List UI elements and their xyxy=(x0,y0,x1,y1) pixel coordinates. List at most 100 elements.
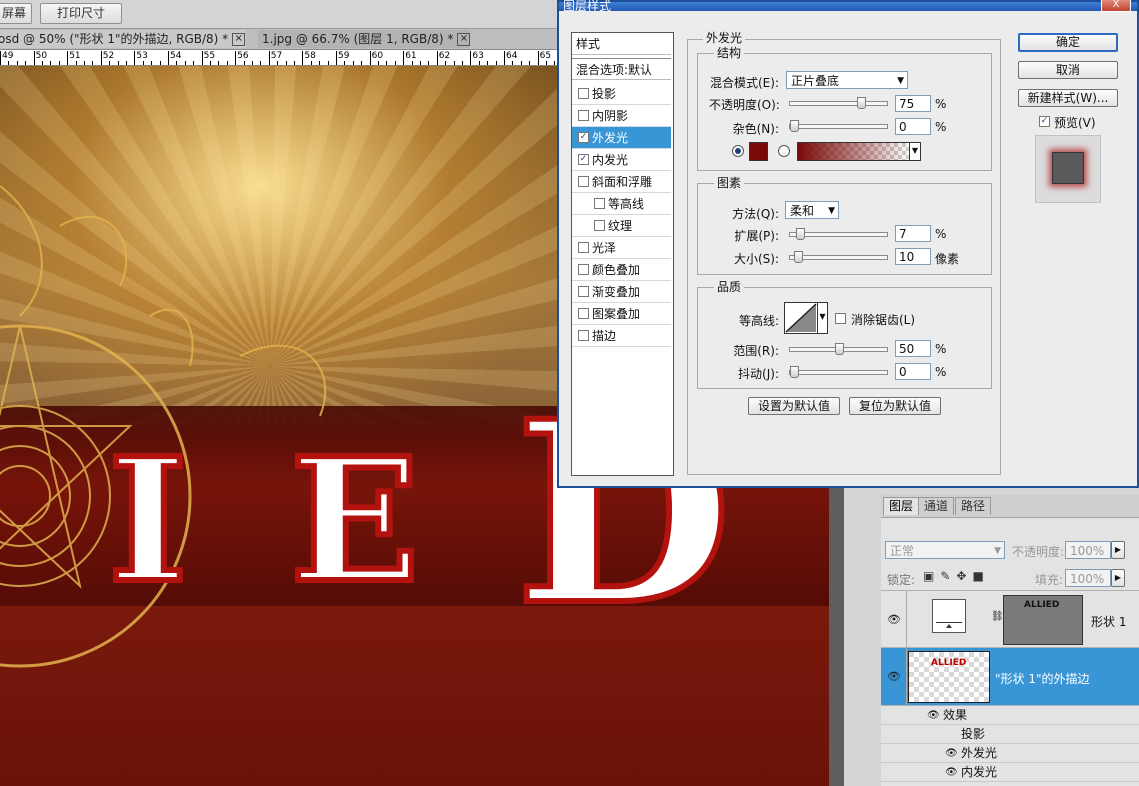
size-input[interactable]: 10 xyxy=(895,248,931,265)
noise-slider[interactable] xyxy=(789,120,888,132)
lock-icons[interactable]: ▣✎✥■ xyxy=(923,569,990,583)
effect-row-drop-shadow[interactable]: 投影 xyxy=(881,725,1139,744)
opacity-input[interactable]: 75 xyxy=(895,95,931,112)
eye-icon[interactable]: 👁 xyxy=(945,744,958,763)
contour-picker[interactable] xyxy=(784,302,818,334)
opacity-arrow-button[interactable]: ▶ xyxy=(1111,541,1125,559)
range-input[interactable]: 50 xyxy=(895,340,931,357)
slider-thumb[interactable] xyxy=(790,366,799,378)
noise-input[interactable]: 0 xyxy=(895,118,931,135)
blend-options-item[interactable]: 混合选项:默认 xyxy=(572,58,671,80)
doc-tab-osd[interactable]: osd @ 50% ("形状 1"的外描边, RGB/8) * × xyxy=(0,30,246,48)
unit-percent: % xyxy=(935,97,947,111)
style-item[interactable]: 图案叠加 xyxy=(572,303,671,325)
link-icon[interactable]: ⛓ xyxy=(991,611,1004,622)
style-checkbox[interactable] xyxy=(578,286,589,297)
effect-row-outer-glow[interactable]: 👁 外发光 xyxy=(881,744,1139,763)
spread-input[interactable]: 7 xyxy=(895,225,931,242)
ruler-tick xyxy=(243,61,245,65)
eye-icon[interactable]: 👁 xyxy=(887,670,901,683)
layer-style-dialog: 图层样式 X 样式 混合选项:默认 投影 内阴影 ✓ 外发光 ✓ 内发光 斜面和浮雕 等高线纹… xyxy=(557,0,1139,488)
ok-button[interactable]: 确定 xyxy=(1018,33,1118,52)
fill-arrow-button[interactable]: ▶ xyxy=(1111,569,1125,587)
style-item[interactable]: 光泽 xyxy=(572,237,671,259)
cancel-button[interactable]: 取消 xyxy=(1018,61,1118,79)
close-button[interactable]: X xyxy=(1101,0,1131,12)
style-checkbox[interactable]: ✓ xyxy=(578,132,589,143)
dialog-title-bar[interactable]: 图层样式 X xyxy=(559,0,1137,13)
tab-channels[interactable]: 通道 xyxy=(918,497,955,515)
eye-icon[interactable]: 👁 xyxy=(945,763,958,782)
style-item[interactable]: 渐变叠加 xyxy=(572,281,671,303)
jitter-slider[interactable] xyxy=(789,366,888,378)
jitter-input[interactable]: 0 xyxy=(895,363,931,380)
spread-slider[interactable] xyxy=(789,228,888,240)
style-item[interactable]: 投影 xyxy=(572,83,671,105)
text-letter-i: I xyxy=(105,418,190,624)
ruler-tick xyxy=(420,61,421,65)
tab-layers[interactable]: 图层 xyxy=(883,497,920,515)
vector-mask-thumbnail[interactable]: ALLIED xyxy=(1003,595,1083,645)
style-item[interactable]: ✓ 内发光 xyxy=(572,149,671,171)
style-checkbox[interactable] xyxy=(578,330,589,341)
style-checkbox[interactable] xyxy=(578,308,589,319)
preview-checkbox[interactable]: ✓ xyxy=(1039,116,1050,127)
layer-blend-mode-select[interactable]: 正常 ▼ xyxy=(885,541,1005,559)
slider-thumb[interactable] xyxy=(794,251,803,263)
style-item[interactable]: 颜色叠加 xyxy=(572,259,671,281)
unit-percent: % xyxy=(935,342,947,356)
new-style-button[interactable]: 新建样式(W)... xyxy=(1018,89,1118,107)
make-default-button[interactable]: 设置为默认值 xyxy=(748,397,840,415)
layer-row-shape1[interactable]: 👁 ⛓ ALLIED 形状 1 xyxy=(881,590,1139,649)
chevron-down-icon[interactable]: ▼ xyxy=(817,302,828,334)
technique-select[interactable]: 柔和 ▼ xyxy=(785,201,839,219)
screen-button[interactable]: 屏幕 xyxy=(0,3,32,24)
style-checkbox[interactable]: ✓ xyxy=(578,154,589,165)
close-icon[interactable]: × xyxy=(232,33,246,46)
slider-thumb[interactable] xyxy=(835,343,844,355)
eye-icon[interactable]: 👁 xyxy=(887,613,901,626)
glow-gradient-picker[interactable] xyxy=(797,142,911,161)
effects-row[interactable]: 👁 效果 xyxy=(881,706,1139,725)
close-icon[interactable]: × xyxy=(457,33,471,46)
style-checkbox[interactable] xyxy=(594,220,605,231)
opacity-slider[interactable] xyxy=(789,97,888,109)
fill-input[interactable]: 100% xyxy=(1065,569,1111,587)
style-checkbox[interactable] xyxy=(578,176,589,187)
gradient-radio[interactable] xyxy=(778,145,790,157)
eye-icon[interactable]: 👁 xyxy=(927,706,940,725)
slider-thumb[interactable] xyxy=(857,97,866,109)
style-checkbox[interactable] xyxy=(594,198,605,209)
size-slider[interactable] xyxy=(789,251,888,263)
blend-mode-select[interactable]: 正片叠底 ▼ xyxy=(786,71,908,89)
effect-name: 内发光 xyxy=(961,765,998,779)
glow-color-swatch[interactable] xyxy=(749,142,768,161)
style-checkbox[interactable] xyxy=(578,110,589,121)
style-item[interactable]: 纹理 xyxy=(572,215,671,237)
ruler-number: 63 xyxy=(472,51,484,61)
slider-thumb[interactable] xyxy=(790,120,799,132)
slider-thumb[interactable] xyxy=(796,228,805,240)
style-item[interactable]: ✓ 外发光 xyxy=(572,127,671,149)
tab-paths[interactable]: 路径 xyxy=(955,497,992,515)
layer-opacity-input[interactable]: 100% xyxy=(1065,541,1111,559)
style-checkbox[interactable] xyxy=(578,242,589,253)
print-size-button[interactable]: 打印尺寸 xyxy=(40,3,122,24)
anti-alias-checkbox[interactable] xyxy=(835,313,846,324)
range-slider[interactable] xyxy=(789,343,888,355)
ruler-number: 59 xyxy=(338,51,350,61)
styles-list-header[interactable]: 样式 xyxy=(572,33,671,55)
style-item[interactable]: 描边 xyxy=(572,325,671,347)
reset-default-button[interactable]: 复位为默认值 xyxy=(849,397,941,415)
style-item[interactable]: 等高线 xyxy=(572,193,671,215)
style-item[interactable]: 内阴影 xyxy=(572,105,671,127)
divider xyxy=(906,648,907,706)
layer-row-outer-stroke[interactable]: 👁 ALLIED "形状 1"的外描边 xyxy=(881,648,1139,706)
chevron-down-icon[interactable]: ▼ xyxy=(909,142,921,161)
style-checkbox[interactable] xyxy=(578,88,589,99)
color-radio[interactable] xyxy=(732,145,744,157)
style-item[interactable]: 斜面和浮雕 xyxy=(572,171,671,193)
doc-tab-jpg[interactable]: 1.jpg @ 66.7% (图层 1, RGB/8) * × xyxy=(258,30,471,48)
effect-row-inner-glow[interactable]: 👁 内发光 xyxy=(881,763,1139,782)
style-checkbox[interactable] xyxy=(578,264,589,275)
